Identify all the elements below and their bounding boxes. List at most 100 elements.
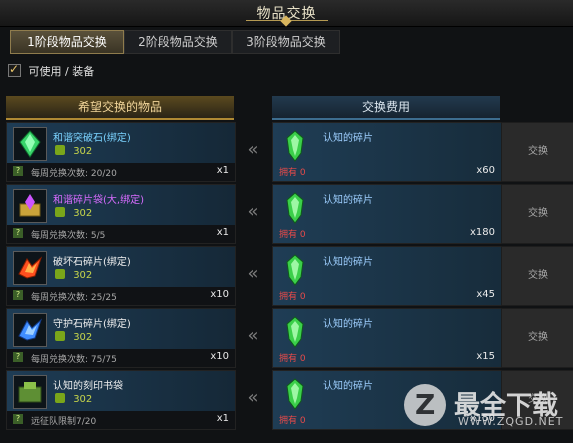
cost-quantity: x180 (469, 227, 495, 238)
exchange-button[interactable]: 交换 (501, 308, 573, 368)
owned-count: 拥有 0 (279, 416, 306, 426)
cost-quantity: x60 (476, 165, 495, 176)
wish-item-card: 守护石碎片(绑定) 302 ? 每周兑换次数: 75/75 x10 (6, 308, 236, 368)
wish-item-card: 和谐碎片袋(大,绑定) 302 ? 每周兑换次数: 5/5 x1 (6, 184, 236, 244)
helmet-token-icon (55, 331, 65, 341)
double-left-arrow-icon: « (247, 325, 259, 346)
wish-item-name: 和谐突破石(绑定) (53, 133, 131, 144)
limit-strip: ? 每周兑换次数: 5/5 x1 (7, 225, 235, 243)
stage-tabs: 1阶段物品交换 2阶段物品交换 3阶段物品交换 (4, 30, 569, 54)
item-quantity: x10 (210, 351, 229, 362)
token-cost: 302 (55, 207, 92, 219)
double-left-arrow-icon: « (247, 139, 259, 160)
cost-card: 认知的碎片 拥有 0 x60 (272, 122, 502, 182)
weekly-limit-text: 每周兑换次数: 20/20 (31, 169, 117, 179)
usable-checkbox[interactable] (8, 62, 21, 77)
token-value: 302 (73, 332, 93, 343)
exchange-row: 守护石碎片(绑定) 302 ? 每周兑换次数: 75/75 x10 « 认知的碎… (0, 308, 573, 370)
exchange-button[interactable]: 交换 (501, 122, 573, 182)
cost-column-header: 交换费用 (272, 96, 500, 120)
tab-stage-2[interactable]: 2阶段物品交换 (124, 30, 232, 54)
red-crystal-icon (13, 251, 47, 285)
limit-strip: ? 远征队限制7/20 x1 (7, 411, 235, 429)
question-icon: ? (13, 414, 23, 424)
exchange-button[interactable]: 交换 (501, 246, 573, 306)
cost-card: 认知的碎片 拥有 0 x180 (272, 184, 502, 244)
green-gem-icon (13, 127, 47, 161)
exchange-row: 和谐突破石(绑定) 302 ? 每周兑换次数: 20/20 x1 « 认知的碎片… (0, 122, 573, 184)
cost-item-name: 认知的碎片 (323, 319, 373, 330)
wish-item-top: 认知的刻印书袋 302 (7, 371, 235, 411)
question-icon: ? (13, 228, 23, 238)
wish-item-name: 守护石碎片(绑定) (53, 319, 131, 330)
wish-item-name: 认知的刻印书袋 (53, 381, 123, 392)
weekly-limit-text: 每周兑换次数: 5/5 (31, 231, 106, 241)
book-bag-icon (13, 375, 47, 409)
item-quantity: x1 (216, 413, 229, 424)
token-value: 302 (73, 146, 93, 157)
owned-count: 拥有 0 (279, 168, 306, 178)
helmet-token-icon (55, 145, 65, 155)
token-value: 302 (73, 394, 93, 405)
wish-item-name: 破坏石碎片(绑定) (53, 257, 131, 268)
wish-column-header: 希望交换的物品 (6, 96, 234, 120)
green-shard-icon (283, 129, 307, 163)
question-icon: ? (13, 166, 23, 176)
wish-item-top: 和谐突破石(绑定) 302 (7, 123, 235, 163)
blue-crystal-icon (13, 313, 47, 347)
limit-strip: ? 每周兑换次数: 75/75 x10 (7, 349, 235, 367)
green-shard-icon (283, 191, 307, 225)
limit-strip: ? 每周兑换次数: 20/20 x1 (7, 163, 235, 181)
weekly-limit-text: 每周兑换次数: 75/75 (31, 355, 117, 365)
cost-item-name: 认知的碎片 (323, 257, 373, 268)
cost-quantity: x15 (476, 351, 495, 362)
question-icon: ? (13, 290, 23, 300)
cost-item-name: 认知的碎片 (323, 195, 373, 206)
expedition-limit-text: 远征队限制7/20 (31, 417, 97, 427)
watermark-url: WWW.ZQGD.NET (458, 415, 564, 428)
item-quantity: x1 (216, 227, 229, 238)
weekly-limit-text: 每周兑换次数: 25/25 (31, 293, 117, 303)
window-titlebar: 物品交换 (0, 0, 573, 27)
limit-strip: ? 每周兑换次数: 25/25 x10 (7, 287, 235, 305)
tab-stage-1[interactable]: 1阶段物品交换 (10, 30, 124, 54)
token-cost: 302 (55, 393, 92, 405)
usable-label: 可使用 / 装备 (28, 65, 95, 78)
cost-quantity: x45 (476, 289, 495, 300)
green-shard-icon (283, 253, 307, 287)
token-value: 302 (73, 208, 93, 219)
item-quantity: x1 (216, 165, 229, 176)
exchange-row: 和谐碎片袋(大,绑定) 302 ? 每周兑换次数: 5/5 x1 « 认知的碎片… (0, 184, 573, 246)
token-cost: 302 (55, 145, 92, 157)
double-left-arrow-icon: « (247, 263, 259, 284)
green-shard-icon (283, 315, 307, 349)
helmet-token-icon (55, 393, 65, 403)
cost-item-name: 认知的碎片 (323, 133, 373, 144)
exchange-button[interactable]: 交换 (501, 184, 573, 244)
item-quantity: x10 (210, 289, 229, 300)
double-left-arrow-icon: « (247, 387, 259, 408)
owned-count: 拥有 0 (279, 354, 306, 364)
usable-filter[interactable]: 可使用 / 装备 (8, 62, 95, 79)
wish-item-card: 破坏石碎片(绑定) 302 ? 每周兑换次数: 25/25 x10 (6, 246, 236, 306)
title-ornament (246, 20, 328, 25)
token-cost: 302 (55, 269, 92, 281)
helmet-token-icon (55, 207, 65, 217)
cost-item-name: 认知的碎片 (323, 381, 373, 392)
green-shard-icon (283, 377, 307, 411)
owned-count: 拥有 0 (279, 230, 306, 240)
token-cost: 302 (55, 331, 92, 343)
token-value: 302 (73, 270, 93, 281)
watermark-logo-icon (404, 384, 446, 426)
wish-item-top: 守护石碎片(绑定) 302 (7, 309, 235, 349)
tab-stage-3[interactable]: 3阶段物品交换 (232, 30, 340, 54)
fragment-bag-icon (13, 189, 47, 223)
wish-item-top: 和谐碎片袋(大,绑定) 302 (7, 185, 235, 225)
cost-card: 认知的碎片 拥有 0 x15 (272, 308, 502, 368)
wish-item-card: 认知的刻印书袋 302 ? 远征队限制7/20 x1 (6, 370, 236, 430)
question-icon: ? (13, 352, 23, 362)
wish-item-card: 和谐突破石(绑定) 302 ? 每周兑换次数: 20/20 x1 (6, 122, 236, 182)
owned-count: 拥有 0 (279, 292, 306, 302)
exchange-row: 破坏石碎片(绑定) 302 ? 每周兑换次数: 25/25 x10 « 认知的碎… (0, 246, 573, 308)
site-watermark: 最全下载 WWW.ZQGD.NET (404, 382, 564, 434)
